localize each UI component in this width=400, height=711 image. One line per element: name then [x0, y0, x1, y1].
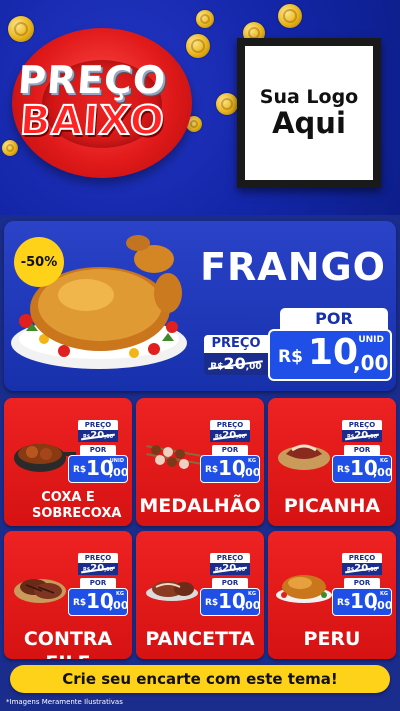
product-card[interactable]: PREÇO R$20,00 POR R$ 10,00 KG PANCETTA [136, 531, 264, 659]
discount-badge: -50% [14, 237, 64, 287]
new-price: R$ 10,00 KG [200, 588, 261, 616]
price-unit: KG [380, 591, 388, 597]
logo-placeholder[interactable]: Sua Logo Aqui [237, 38, 381, 188]
coin-icon [8, 16, 34, 42]
price-unit: KG [116, 591, 124, 597]
old-price: R$20,00 [210, 563, 250, 575]
price-currency: R$ [337, 598, 351, 608]
old-price: R$20,00 [342, 563, 382, 575]
old-price-label: PREÇO [342, 553, 382, 563]
old-price-label: PREÇO [78, 553, 118, 563]
price-currency: R$ [337, 465, 351, 475]
product-card[interactable]: PREÇO R$20,00 POR R$ 10,00 KG MEDALHÃO [136, 398, 264, 526]
headline-line2: BAIXO [17, 97, 167, 145]
old-price: R$20,00 [78, 563, 118, 575]
new-price-label: POR [344, 445, 380, 455]
old-price-value: R$20,00 [82, 563, 114, 574]
product-name: PICANHA [283, 495, 381, 517]
old-price: R$20,00 [204, 353, 268, 375]
price-currency: R$ [278, 347, 303, 367]
product-name: MEDALHÃO [139, 495, 261, 517]
product-name: COXA E SOBRECOXA [32, 490, 122, 521]
old-price-label: PREÇO [342, 420, 382, 430]
old-price-value: R$20,00 [82, 430, 114, 441]
coin-icon [2, 140, 18, 156]
price-decimal: ,00 [241, 599, 261, 612]
product-card[interactable]: PREÇO R$20,00 POR R$ 10,00 KG PERU [268, 531, 396, 659]
headline-line1: PREÇO [16, 58, 168, 102]
logo-text-line2: Aqui [272, 106, 346, 141]
header-banner: PREÇO BAIXO Sua Logo Aqui [0, 0, 400, 215]
product-card[interactable]: PREÇO R$20,00 POR R$ 10,00 UNID COXA E SOBRECO… [4, 398, 132, 526]
new-price: R$ 10,00 KG [332, 588, 393, 616]
old-price: R$20,00 [210, 430, 250, 442]
new-price: R$ 10,00 KG [332, 455, 393, 483]
price-currency: R$ [73, 465, 87, 475]
old-price-value: R$20,00 [214, 430, 246, 441]
coin-icon [186, 34, 210, 58]
featured-product-name: FRANGO [200, 245, 386, 289]
new-price: R$ 10,00 KG [200, 455, 261, 483]
coin-icon [196, 10, 214, 28]
price-decimal: ,00 [241, 466, 261, 479]
product-card[interactable]: PREÇOR$20,00PORR$10,00KGCONTRA FILE [4, 531, 132, 659]
price-currency: R$ [205, 598, 219, 608]
price-currency: R$ [205, 465, 219, 475]
old-price-value: R$20,00 [214, 563, 246, 574]
price-unit: KG [248, 591, 256, 597]
price-decimal: ,00 [353, 351, 389, 375]
disclaimer-text: *Imagens Meramente Ilustrativas [6, 698, 123, 706]
new-price-label: POR [212, 445, 248, 455]
old-price: R$20,00 [342, 430, 382, 442]
new-price-label: POR [344, 578, 380, 588]
old-price-value: R$20,00 [346, 563, 378, 574]
old-price-label: PREÇO [210, 420, 250, 430]
coin-icon [216, 93, 238, 115]
old-price-label: PREÇO [210, 553, 250, 563]
price-currency: R$ [73, 598, 87, 608]
cta-button[interactable]: Crie seu encarte com este tema! [10, 665, 390, 693]
logo-placeholder-inner: Sua Logo Aqui [245, 46, 373, 180]
old-price: R$20,00 [78, 430, 118, 442]
new-price-label: POR [212, 578, 248, 588]
product-name: PERU [303, 628, 361, 650]
price-integer: 10 [308, 332, 359, 373]
price-unit: UNID [109, 458, 124, 464]
old-price-value: R$20,00 [210, 354, 262, 373]
new-price-label: POR [280, 308, 388, 330]
coin-icon [278, 4, 302, 28]
price-unit: KG [380, 458, 388, 464]
price-unit: KG [248, 458, 256, 464]
new-price: R$ 10,00 KG [68, 588, 129, 616]
price-decimal: ,00 [373, 599, 393, 612]
price-decimal: ,00 [109, 599, 129, 612]
new-price-label: POR [80, 578, 116, 588]
old-price-label: PREÇO [78, 420, 118, 430]
product-card[interactable]: PREÇO R$20,00 POR R$ 10,00 KG PICANHA [268, 398, 396, 526]
old-price-label: PREÇO [204, 335, 268, 353]
new-price: R$ 10,00 UNID [68, 455, 129, 483]
logo-text-line1: Sua Logo [259, 86, 359, 109]
price-decimal: ,00 [109, 466, 129, 479]
new-price: R$ 10 ,00 UNID [268, 329, 392, 381]
price-unit: UNID [358, 335, 384, 345]
old-price-value: R$20,00 [346, 430, 378, 441]
featured-product-card[interactable]: -50% FRANGO POR PREÇO R$20,00 R$ 10 ,00 … [4, 221, 396, 391]
new-price-label: POR [80, 445, 116, 455]
product-name: CONTRA FILE [23, 628, 113, 659]
price-decimal: ,00 [373, 466, 393, 479]
product-name: PANCETTA [145, 628, 255, 650]
